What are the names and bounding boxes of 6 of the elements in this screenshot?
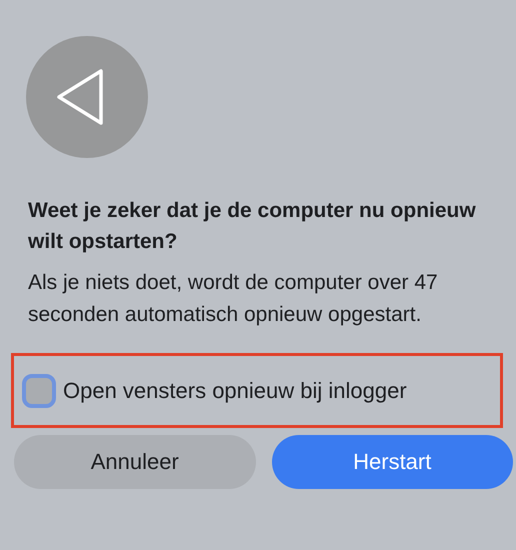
cancel-button[interactable]: Annuleer bbox=[14, 435, 256, 489]
checkbox[interactable] bbox=[22, 374, 56, 408]
dialog-title: Weet je zeker dat je de computer nu opnieuw wilt opstarten? bbox=[28, 198, 477, 255]
checkbox-label[interactable]: Open vensters opnieuw bij inlogger bbox=[63, 378, 407, 404]
restart-button[interactable]: Herstart bbox=[272, 435, 513, 489]
dialog-message: Als je niets doet, wordt de computer over 47 seconden automatisch opnieuw opgestart. bbox=[28, 270, 439, 328]
